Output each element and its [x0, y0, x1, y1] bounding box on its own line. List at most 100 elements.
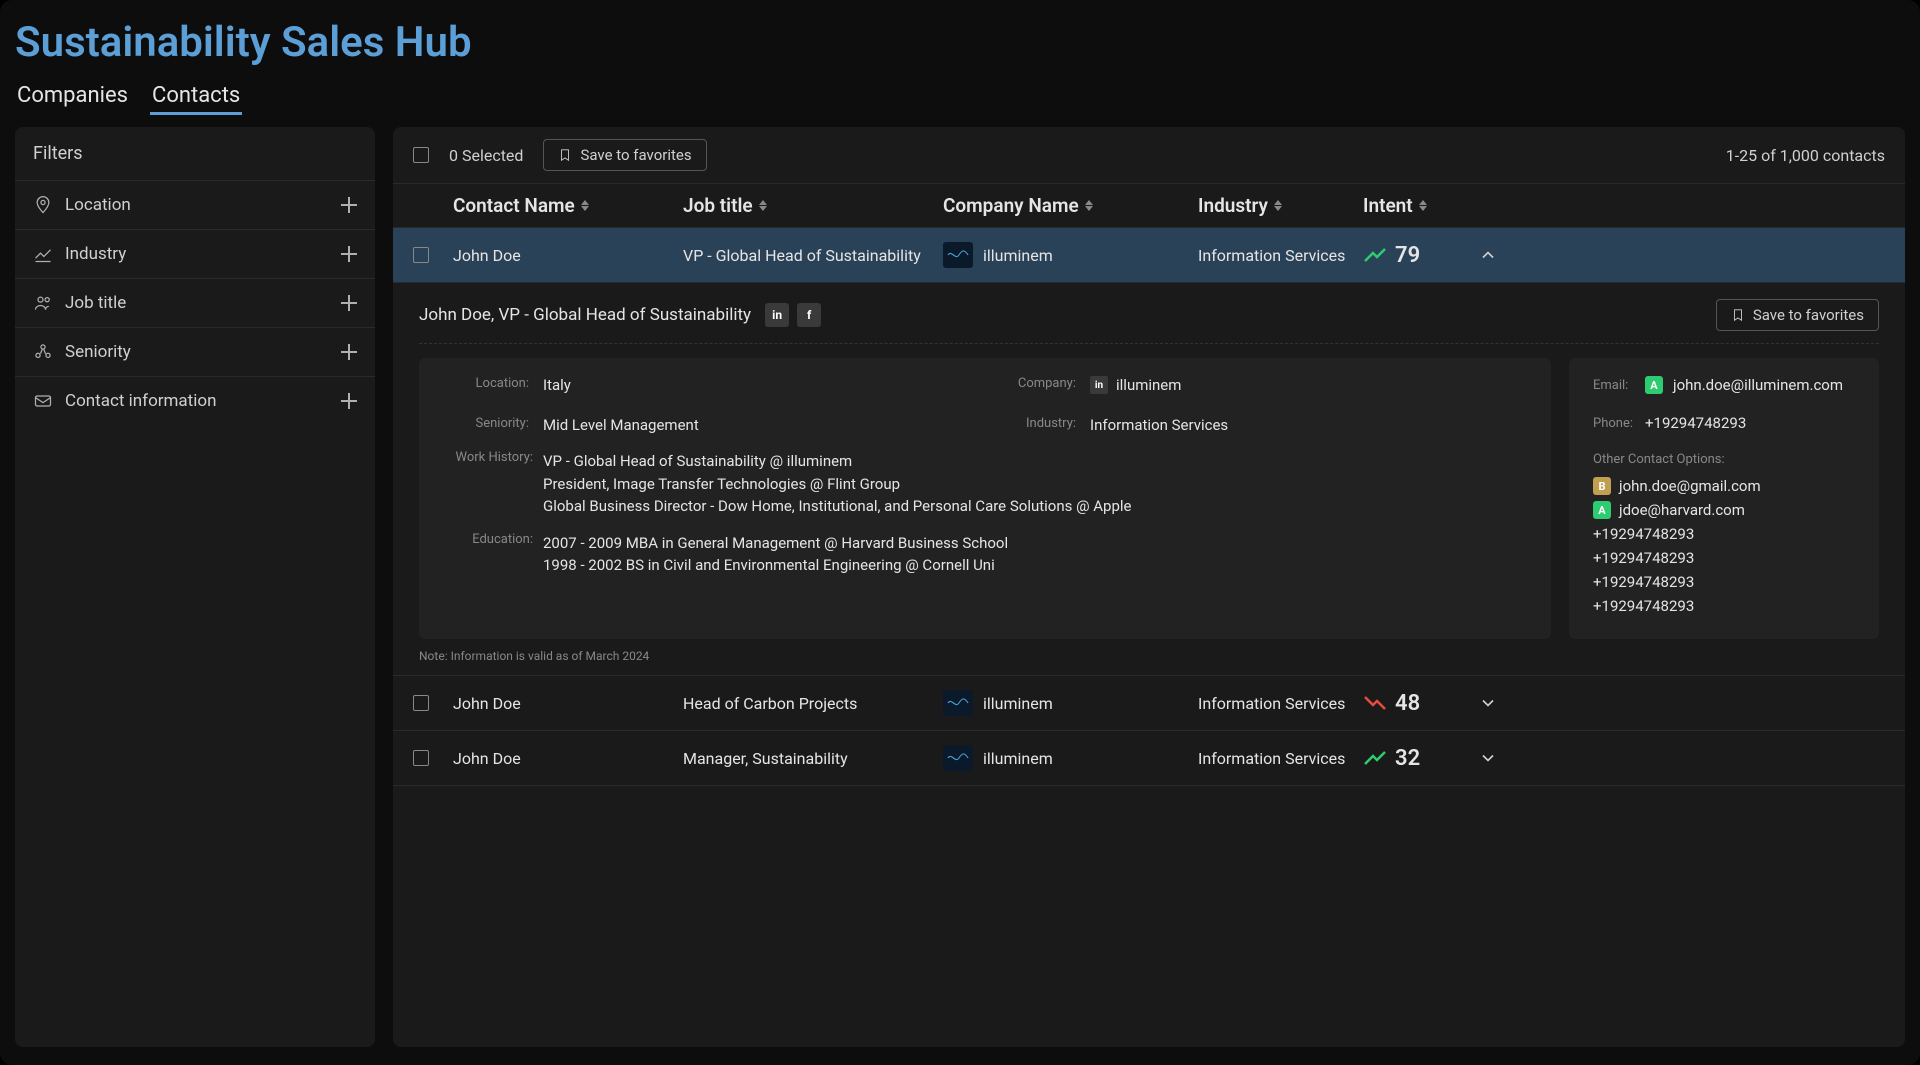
lbl-industry: Industry:: [990, 416, 1080, 434]
cell-industry: Information Services: [1198, 749, 1363, 768]
row-checkbox[interactable]: [413, 247, 429, 263]
expand-button[interactable]: [1478, 748, 1498, 768]
company-name: illuminem: [983, 694, 1053, 713]
cell-title: VP - Global Head of Sustainability: [683, 246, 943, 265]
table-row[interactable]: John Doe VP - Global Head of Sustainabil…: [393, 228, 1905, 283]
industry-icon: [33, 244, 53, 264]
cell-industry: Information Services: [1198, 694, 1363, 713]
col-industry[interactable]: Industry: [1198, 194, 1363, 217]
col-label: Company Name: [943, 194, 1079, 217]
other-phone: +19294748293: [1593, 597, 1855, 615]
cell-industry: Information Services: [1198, 246, 1363, 265]
filters-header: Filters: [15, 127, 375, 181]
company-name: illuminem: [983, 246, 1053, 265]
intent-value: 32: [1395, 746, 1420, 771]
people-icon: [33, 293, 53, 313]
detail-note: Note: Information is valid as of March 2…: [419, 649, 1879, 663]
tabs: Companies Contacts: [15, 75, 1905, 127]
cell-name: John Doe: [453, 694, 683, 713]
expand-button[interactable]: [1478, 693, 1498, 713]
filter-location[interactable]: Location: [15, 181, 375, 230]
col-label: Contact Name: [453, 194, 575, 217]
work-item: President, Image Transfer Technologies @…: [543, 473, 1527, 496]
plus-icon: [341, 295, 357, 311]
col-intent[interactable]: Intent: [1363, 194, 1463, 217]
sort-icon: [1085, 200, 1093, 211]
linkedin-icon[interactable]: in: [1090, 376, 1108, 394]
other-email: Bjohn.doe@gmail.com: [1593, 477, 1855, 495]
cell-company: illuminem: [943, 745, 1198, 771]
lbl-email: Email:: [1593, 378, 1635, 393]
select-all-checkbox[interactable]: [413, 147, 429, 163]
trend-down-icon: [1363, 695, 1387, 711]
pagination-text: 1-25 of 1,000 contacts: [1726, 146, 1885, 165]
other-email: Ajdoe@harvard.com: [1593, 501, 1855, 519]
val-phone: +19294748293: [1645, 414, 1746, 432]
filter-contact-info[interactable]: Contact information: [15, 377, 375, 425]
lbl-phone: Phone:: [1593, 416, 1635, 431]
table-row[interactable]: John Doe Manager, Sustainability illumin…: [393, 731, 1905, 786]
plus-icon: [341, 246, 357, 262]
contact-icon: [33, 391, 53, 411]
tab-contacts[interactable]: Contacts: [150, 79, 242, 115]
location-icon: [33, 195, 53, 215]
company-logo: [943, 745, 973, 771]
col-label: Intent: [1363, 194, 1413, 217]
lbl-company: Company:: [990, 376, 1080, 394]
col-company-name[interactable]: Company Name: [943, 194, 1198, 217]
detail-left-panel: Location: Italy Company: in illuminem Se…: [419, 358, 1551, 639]
filter-label: Job title: [65, 293, 126, 313]
seniority-icon: [33, 342, 53, 362]
intent-value: 79: [1395, 243, 1420, 268]
other-phone: +19294748293: [1593, 549, 1855, 567]
col-contact-name[interactable]: Contact Name: [453, 194, 683, 217]
edu-item: 1998 - 2002 BS in Civil and Environmenta…: [543, 554, 1527, 577]
filter-label: Contact information: [65, 391, 216, 411]
bookmark-icon: [1731, 308, 1745, 322]
row-checkbox[interactable]: [413, 695, 429, 711]
col-job-title[interactable]: Job title: [683, 194, 943, 217]
trend-up-icon: [1363, 750, 1387, 766]
filter-seniority[interactable]: Seniority: [15, 328, 375, 377]
cell-title: Manager, Sustainability: [683, 749, 943, 768]
filter-job-title[interactable]: Job title: [15, 279, 375, 328]
cell-company: illuminem: [943, 690, 1198, 716]
work-item: Global Business Director - Dow Home, Ins…: [543, 495, 1527, 518]
plus-icon: [341, 197, 357, 213]
tab-companies[interactable]: Companies: [15, 79, 130, 115]
filter-label: Seniority: [65, 342, 131, 362]
edu-item: 2007 - 2009 MBA in General Management @ …: [543, 532, 1527, 555]
cell-name: John Doe: [453, 246, 683, 265]
linkedin-icon[interactable]: in: [765, 303, 789, 327]
cell-title: Head of Carbon Projects: [683, 694, 943, 713]
val-seniority: Mid Level Management: [543, 416, 980, 434]
detail-save-button[interactable]: Save to favorites: [1716, 299, 1879, 331]
filter-label: Industry: [65, 244, 126, 264]
table-row[interactable]: John Doe Head of Carbon Projects illumin…: [393, 676, 1905, 731]
lbl-other-contact: Other Contact Options:: [1593, 452, 1855, 467]
cell-intent: 32: [1363, 746, 1463, 771]
row-checkbox[interactable]: [413, 750, 429, 766]
plus-icon: [341, 344, 357, 360]
sort-icon: [1419, 200, 1427, 211]
val-education: 2007 - 2009 MBA in General Management @ …: [543, 532, 1527, 577]
grade-badge: A: [1645, 376, 1663, 394]
save-favorites-button[interactable]: Save to favorites: [543, 139, 706, 171]
col-label: Industry: [1198, 194, 1268, 217]
lbl-location: Location:: [443, 376, 533, 394]
filter-industry[interactable]: Industry: [15, 230, 375, 279]
selected-count: 0 Selected: [449, 146, 523, 165]
facebook-icon[interactable]: f: [797, 303, 821, 327]
chevron-down-icon: [1478, 693, 1498, 713]
plus-icon: [341, 393, 357, 409]
sort-icon: [581, 200, 589, 211]
filters-panel: Filters Location Industry: [15, 127, 375, 1047]
company-name: illuminem: [1116, 376, 1181, 394]
val-industry: Information Services: [1090, 416, 1527, 434]
collapse-button[interactable]: [1478, 245, 1498, 265]
row-detail: John Doe, VP - Global Head of Sustainabi…: [393, 283, 1905, 676]
work-item: VP - Global Head of Sustainability @ ill…: [543, 450, 1527, 473]
cell-intent: 48: [1363, 691, 1463, 716]
cell-company: illuminem: [943, 242, 1198, 268]
cell-intent: 79: [1363, 243, 1463, 268]
